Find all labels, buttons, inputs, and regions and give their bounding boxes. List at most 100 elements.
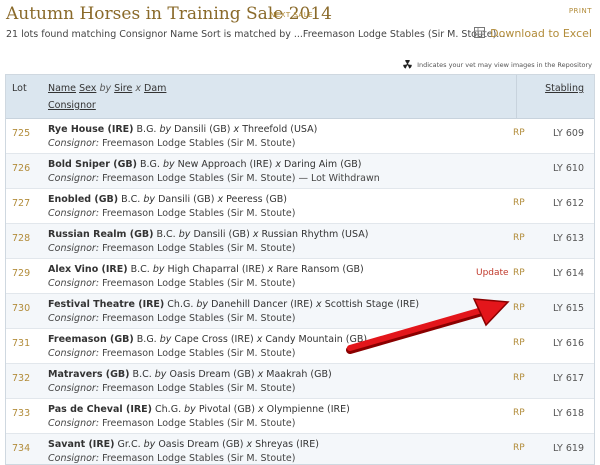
consignor-line: Consignor: Freemason Lodge Stables (Sir … [48, 383, 295, 394]
horse-line: Russian Realm (GB) B.C. by Dansili (GB) … [48, 229, 368, 240]
horse-sex: Ch.G. [167, 299, 194, 310]
sire-name: Pivotal (GB) [198, 404, 255, 415]
horse-name-link[interactable]: Freemason (GB) [48, 334, 134, 345]
repository-link[interactable]: RP [513, 338, 525, 348]
legend-text: Indicates your vet may view images in th… [417, 61, 592, 69]
stabling-value: LY 616 [553, 338, 584, 349]
sort-name-link[interactable]: Name [48, 83, 76, 94]
repository-link[interactable]: RP [513, 443, 525, 453]
header-divider [516, 75, 517, 118]
excel-icon [474, 27, 486, 38]
table-header: Lot Name Sex by Sire x Dam Consignor Sta… [6, 75, 594, 119]
repository-link[interactable]: RP [513, 268, 525, 278]
x-label: x [217, 194, 224, 205]
sort-sire-link[interactable]: Sire [114, 83, 132, 94]
horse-sex: Ch.G. [155, 404, 182, 415]
dam-name: Olympienne (IRE) [266, 404, 350, 415]
consignor-line: Consignor: Freemason Lodge Stables (Sir … [48, 453, 295, 464]
x-label: x [257, 369, 264, 380]
sort-consignor-link[interactable]: Consignor [48, 100, 96, 111]
stabling-value: LY 615 [553, 303, 584, 314]
consignor-line: Consignor: Freemason Lodge Stables (Sir … [48, 418, 295, 429]
horse-name-link[interactable]: Savant (IRE) [48, 439, 115, 450]
lot-number[interactable]: 729 [12, 268, 30, 279]
horse-name-link[interactable]: Matravers (GB) [48, 369, 130, 380]
horse-name-link[interactable]: Festival Theatre (IRE) [48, 299, 164, 310]
lot-note: — Lot Withdrawn [295, 173, 380, 184]
stabling-value: LY 613 [553, 233, 584, 244]
by-label: by [143, 439, 156, 450]
lot-number[interactable]: 732 [12, 373, 30, 384]
next-sale-link[interactable]: NEXT SALE [270, 11, 313, 19]
sort-stabling-link[interactable]: Stabling [545, 83, 584, 94]
lot-number[interactable]: 734 [12, 443, 30, 454]
repository-link[interactable]: RP [513, 198, 525, 208]
repository-link[interactable]: RP [513, 128, 525, 138]
horse-name-link[interactable]: Pas de Cheval (IRE) [48, 404, 152, 415]
x-label: x [316, 299, 322, 310]
radiation-icon [403, 60, 412, 69]
consignor-name: Freemason Lodge Stables (Sir M. Stoute) [102, 208, 296, 219]
consignor-line: Consignor: Freemason Lodge Stables (Sir … [48, 243, 295, 254]
by-label: by [184, 404, 196, 415]
horse-line: Festival Theatre (IRE) Ch.G. by Danehill… [48, 299, 419, 310]
horse-sex: B.G. [139, 159, 160, 170]
lot-number[interactable]: 728 [12, 233, 30, 244]
table-row: 727 Enobled (GB) B.C. by Dansili (GB) x P… [6, 189, 594, 224]
dam-name: Shreyas (IRE) [255, 439, 319, 450]
sire-name: Dansili (GB) [193, 229, 250, 240]
sort-dam-link[interactable]: Dam [144, 83, 166, 94]
horse-sex: B.G. [136, 334, 157, 345]
lots-table: Lot Name Sex by Sire x Dam Consignor Sta… [5, 74, 595, 465]
lot-number[interactable]: 727 [12, 198, 30, 209]
repository-link[interactable]: RP [513, 373, 525, 383]
table-row: 726 Bold Sniper (GB) B.G. by New Approach… [6, 154, 594, 189]
download-label: Download to Excel [490, 27, 592, 40]
dam-name: Scottish Stage (IRE) [324, 299, 420, 310]
print-link[interactable]: PRINT [569, 7, 592, 15]
consignor-prefix: Consignor: [48, 278, 100, 289]
horse-sex: Gr.C. [117, 439, 141, 450]
repository-link[interactable]: RP [513, 233, 525, 243]
horse-line: Alex Vino (IRE) B.C. by High Chaparral (… [48, 264, 364, 275]
table-row: 734 Savant (IRE) Gr.C. by Oasis Dream (GB… [6, 434, 594, 464]
consignor-name: Freemason Lodge Stables (Sir M. Stoute) [102, 278, 296, 289]
horse-line: Freemason (GB) B.G. by Cape Cross (IRE) … [48, 334, 367, 345]
dam-name: Daring Aim (GB) [284, 159, 362, 170]
consignor-name: Freemason Lodge Stables (Sir M. Stoute) [102, 173, 296, 184]
by-label: by [196, 299, 209, 310]
horse-name-link[interactable]: Rye House (IRE) [48, 124, 134, 135]
consignor-line: Consignor: Freemason Lodge Stables (Sir … [48, 278, 295, 289]
horse-line: Rye House (IRE) B.G. by Dansili (GB) x T… [48, 124, 317, 135]
dam-name: Peeress (GB) [226, 194, 287, 205]
consignor-prefix: Consignor: [48, 348, 100, 359]
dam-name: Rare Ransom (GB) [276, 264, 364, 275]
repository-link[interactable]: RP [513, 408, 525, 418]
stabling-value: LY 609 [553, 128, 584, 139]
sire-name: Oasis Dream (GB) [158, 439, 244, 450]
horse-line: Enobled (GB) B.C. by Dansili (GB) x Peer… [48, 194, 287, 205]
horse-line: Bold Sniper (GB) B.G. by New Approach (I… [48, 159, 362, 170]
x-label: x [252, 229, 259, 240]
x-label: x [267, 264, 274, 275]
horse-name-link[interactable]: Enobled (GB) [48, 194, 118, 205]
consignor-prefix: Consignor: [48, 208, 100, 219]
by-label: by [143, 194, 156, 205]
horse-name-link[interactable]: Bold Sniper (GB) [48, 159, 137, 170]
horse-name-link[interactable]: Alex Vino (IRE) [48, 264, 128, 275]
repository-link[interactable]: RP [513, 303, 525, 313]
horse-sex: B.C. [132, 369, 152, 380]
sort-sex-link[interactable]: Sex [79, 83, 96, 94]
download-excel-link[interactable]: Download to Excel [474, 27, 592, 40]
lot-number[interactable]: 726 [12, 163, 30, 174]
lot-number[interactable]: 733 [12, 408, 30, 419]
lot-number[interactable]: 730 [12, 303, 30, 314]
horse-sex: B.C. [130, 264, 150, 275]
consignor-line: Consignor: Freemason Lodge Stables (Sir … [48, 138, 295, 149]
lot-number[interactable]: 731 [12, 338, 30, 349]
lot-number[interactable]: 725 [12, 128, 30, 139]
horse-name-link[interactable]: Russian Realm (GB) [48, 229, 153, 240]
update-link[interactable]: Update [476, 268, 509, 278]
stabling-value: LY 614 [553, 268, 584, 279]
repository-legend: Indicates your vet may view images in th… [403, 60, 592, 69]
